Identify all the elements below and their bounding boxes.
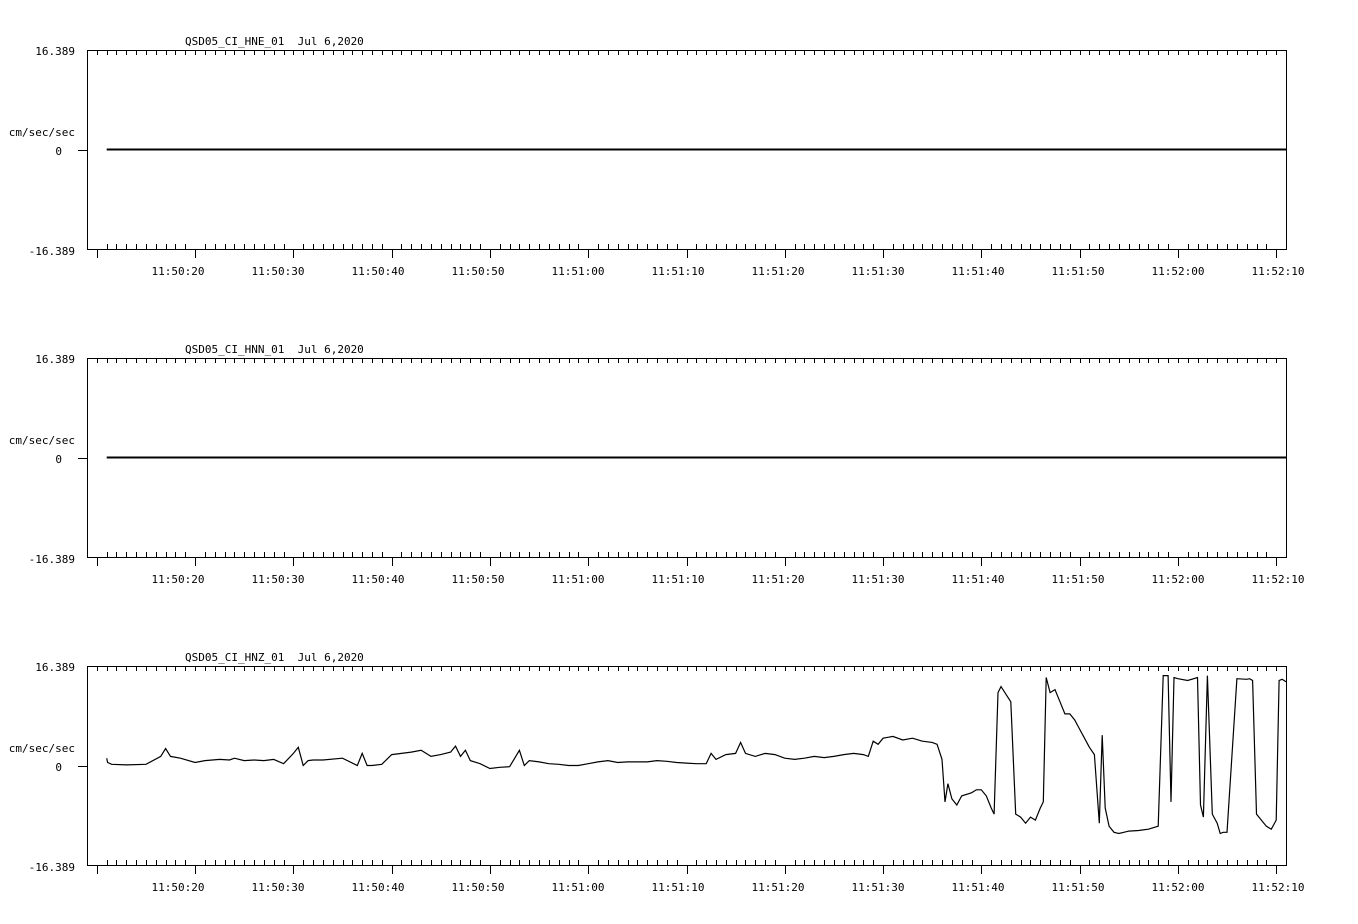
x-tick-label: 11:51:50 bbox=[1052, 573, 1105, 586]
y-tick-label-zero: 0 bbox=[55, 453, 62, 466]
x-tick-label: 11:51:40 bbox=[952, 881, 1005, 894]
x-tick-label: 11:51:10 bbox=[652, 881, 705, 894]
panel-title: QSD05_CI_HNZ_01 Jul 6,2020 bbox=[185, 651, 364, 664]
panel-title: QSD05_CI_HNE_01 Jul 6,2020 bbox=[185, 35, 364, 48]
x-tick-label: 11:51:00 bbox=[552, 265, 605, 278]
y-tick-label-zero: 0 bbox=[55, 761, 62, 774]
y-axis-label: cm/sec/sec bbox=[9, 434, 75, 447]
x-tick-label: 11:50:50 bbox=[452, 265, 505, 278]
y-tick-label-min: -16.389 bbox=[29, 861, 75, 874]
x-tick-label: 11:51:50 bbox=[1052, 265, 1105, 278]
x-tick-labels: 11:50:20 11:50:30 11:50:40 11:50:50 11:5… bbox=[152, 265, 1305, 278]
x-tick-label: 11:50:40 bbox=[352, 881, 405, 894]
x-tick-label: 11:50:50 bbox=[452, 573, 505, 586]
x-tick-labels: 11:50:20 11:50:30 11:50:40 11:50:50 11:5… bbox=[152, 881, 1305, 894]
channel-panel-hnz: QSD05_CI_HNZ_01 Jul 6,2020 16.389 cm/sec… bbox=[9, 651, 1305, 894]
x-tick-label: 11:51:40 bbox=[952, 265, 1005, 278]
x-ticks-bottom bbox=[87, 860, 1287, 874]
y-tick-label-max: 16.389 bbox=[35, 661, 75, 674]
x-tick-label: 11:51:10 bbox=[652, 265, 705, 278]
x-tick-label: 11:50:20 bbox=[152, 573, 205, 586]
x-tick-label: 11:51:20 bbox=[752, 881, 805, 894]
y-tick-label-zero: 0 bbox=[55, 145, 62, 158]
x-tick-label: 11:51:10 bbox=[652, 573, 705, 586]
x-ticks-bottom bbox=[87, 244, 1287, 258]
x-tick-label: 11:51:50 bbox=[1052, 881, 1105, 894]
x-tick-labels: 11:50:20 11:50:30 11:50:40 11:50:50 11:5… bbox=[152, 573, 1305, 586]
x-tick-label: 11:52:00 bbox=[1152, 573, 1205, 586]
x-tick-label: 11:51:30 bbox=[852, 265, 905, 278]
x-tick-label: 11:50:40 bbox=[352, 265, 405, 278]
x-tick-label: 11:52:10 bbox=[1252, 265, 1305, 278]
y-axis-label: cm/sec/sec bbox=[9, 126, 75, 139]
x-tick-label: 11:50:30 bbox=[252, 881, 305, 894]
seismogram-figure: QSD05_CI_HNE_01 Jul 6,2020 16.389 cm/sec… bbox=[9, 35, 1305, 894]
y-tick-label-min: -16.389 bbox=[29, 245, 75, 258]
x-tick-label: 11:52:10 bbox=[1252, 573, 1305, 586]
x-tick-label: 11:52:00 bbox=[1152, 881, 1205, 894]
x-tick-label: 11:51:30 bbox=[852, 881, 905, 894]
channel-panel-hne: QSD05_CI_HNE_01 Jul 6,2020 16.389 cm/sec… bbox=[9, 35, 1305, 278]
x-ticks-bottom bbox=[87, 552, 1287, 566]
waveform-trace bbox=[106, 675, 1287, 835]
plot-frame bbox=[87, 666, 1287, 866]
x-tick-label: 11:51:20 bbox=[752, 573, 805, 586]
channel-panel-hnn: QSD05_CI_HNN_01 Jul 6,2020 16.389 cm/sec… bbox=[9, 343, 1305, 586]
y-axis-label: cm/sec/sec bbox=[9, 742, 75, 755]
x-tick-label: 11:50:40 bbox=[352, 573, 405, 586]
y-tick-label-max: 16.389 bbox=[35, 45, 75, 58]
x-tick-label: 11:50:50 bbox=[452, 881, 505, 894]
x-tick-label: 11:51:40 bbox=[952, 573, 1005, 586]
x-tick-label: 11:52:00 bbox=[1152, 265, 1205, 278]
x-tick-label: 11:50:20 bbox=[152, 265, 205, 278]
x-tick-label: 11:51:20 bbox=[752, 265, 805, 278]
y-tick-label-min: -16.389 bbox=[29, 553, 75, 566]
x-tick-label: 11:51:30 bbox=[852, 573, 905, 586]
panel-title: QSD05_CI_HNN_01 Jul 6,2020 bbox=[185, 343, 364, 356]
x-tick-label: 11:52:10 bbox=[1252, 881, 1305, 894]
x-tick-label: 11:51:00 bbox=[552, 573, 605, 586]
x-tick-label: 11:51:00 bbox=[552, 881, 605, 894]
x-tick-label: 11:50:20 bbox=[152, 881, 205, 894]
x-tick-label: 11:50:30 bbox=[252, 573, 305, 586]
y-tick-label-max: 16.389 bbox=[35, 353, 75, 366]
x-tick-label: 11:50:30 bbox=[252, 265, 305, 278]
